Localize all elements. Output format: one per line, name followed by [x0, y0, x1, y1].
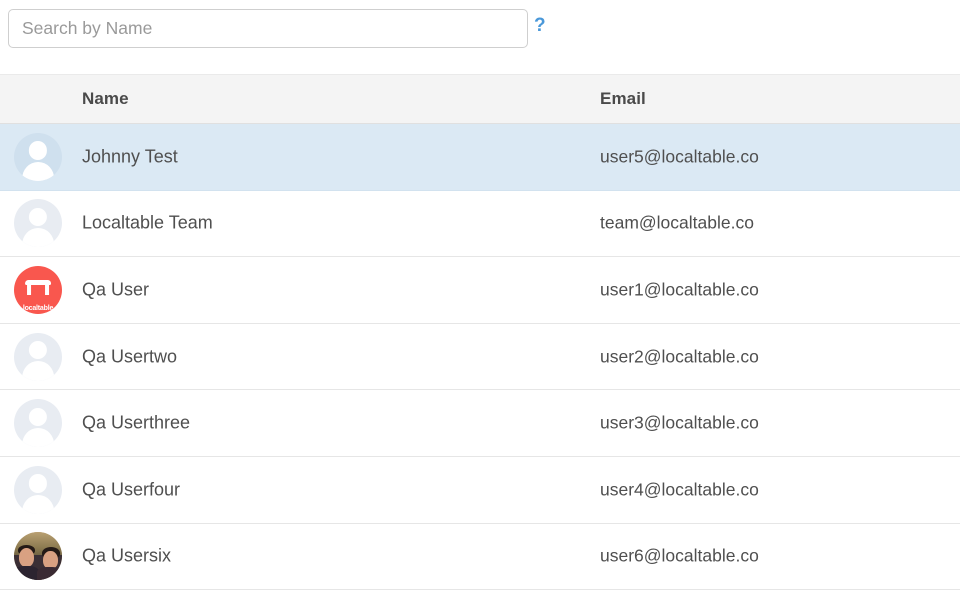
row-avatar: [14, 332, 62, 381]
row-name: Qa Usertwo: [82, 346, 178, 367]
table-body: Johnny Test user5@localtable.co Localtable…: [0, 124, 960, 590]
row-email: user1@localtable.co: [600, 279, 759, 300]
table-row[interactable]: Qa Userfour user4@localtable.co: [0, 456, 960, 524]
row-avatar: [14, 199, 62, 248]
logo-wordmark: localtable: [22, 305, 54, 313]
users-table: Name Email Johnny Test user5@localtable.c…: [0, 74, 960, 590]
search-input[interactable]: [8, 9, 528, 48]
row-email: user3@localtable.co: [600, 412, 759, 433]
row-name: Qa Userthree: [82, 412, 191, 433]
table-row[interactable]: Qa Usersix user6@localtable.co: [0, 523, 960, 590]
search-bar: ?: [0, 0, 960, 68]
table-row[interactable]: Qa Usertwo user2@localtable.co: [0, 323, 960, 391]
help-icon[interactable]: ?: [534, 16, 546, 35]
localtable-logo-avatar: localtable: [14, 265, 62, 314]
default-person-avatar: [14, 399, 62, 448]
table-row[interactable]: Localtable Team team@localtable.co: [0, 190, 960, 258]
default-person-avatar: [14, 332, 62, 381]
row-email: user4@localtable.co: [600, 479, 759, 500]
row-name: Qa User: [82, 279, 150, 300]
column-header-email[interactable]: Email: [600, 89, 646, 109]
table-row[interactable]: Johnny Test user5@localtable.co: [0, 124, 960, 191]
row-name: Qa Usersix: [82, 545, 172, 566]
row-avatar: [14, 465, 62, 514]
row-email: team@localtable.co: [600, 212, 754, 233]
default-person-avatar: [14, 465, 62, 514]
row-name: Localtable Team: [82, 212, 213, 233]
default-person-avatar: [14, 132, 62, 181]
photo-avatar: [14, 532, 62, 581]
table-header-row: Name Email: [0, 74, 960, 124]
row-name: Qa Userfour: [82, 479, 181, 500]
row-avatar: [14, 532, 62, 581]
row-avatar: [14, 132, 62, 181]
row-name: Johnny Test: [82, 146, 178, 167]
table-glyph-icon: [25, 280, 51, 295]
row-avatar: localtable: [14, 265, 62, 314]
row-email: user5@localtable.co: [600, 146, 759, 167]
default-person-avatar: [14, 199, 62, 248]
row-avatar: [14, 399, 62, 448]
column-header-name[interactable]: Name: [82, 89, 129, 109]
row-email: user2@localtable.co: [600, 346, 759, 367]
table-row[interactable]: localtable Qa User user1@localtable.co: [0, 257, 960, 324]
row-email: user6@localtable.co: [600, 545, 759, 566]
table-row[interactable]: Qa Userthree user3@localtable.co: [0, 390, 960, 457]
